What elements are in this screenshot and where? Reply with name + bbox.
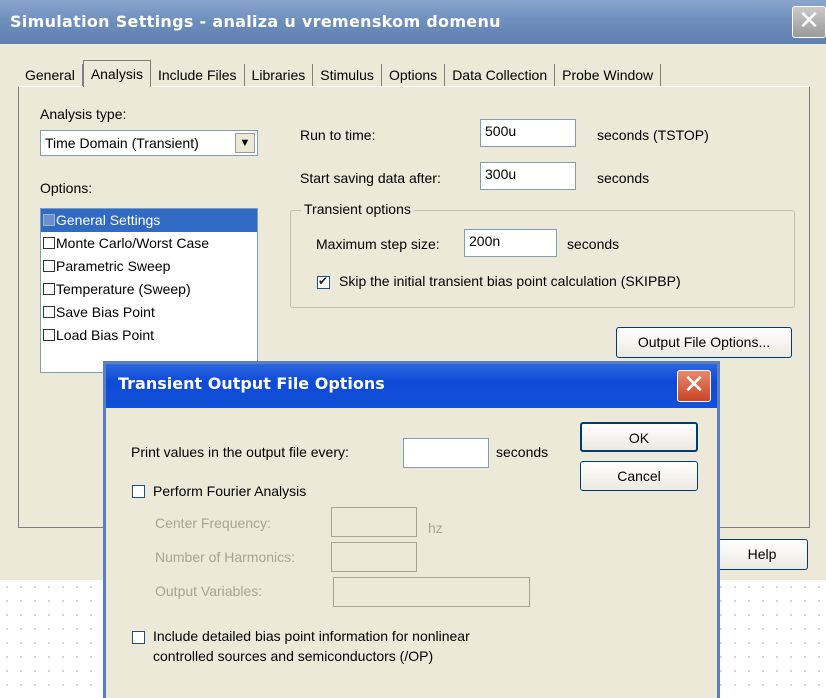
option-label: Temperature (Sweep) xyxy=(56,281,191,297)
options-label: Options: xyxy=(40,180,93,196)
max-step-input[interactable]: 200n xyxy=(464,229,557,257)
output-variables-label: Output Variables: xyxy=(155,583,263,599)
dialog-close-icon[interactable]: ✕ xyxy=(677,370,711,402)
run-to-time-input[interactable]: 500u xyxy=(480,119,576,147)
option-monte-carlo[interactable]: Monte Carlo/Worst Case xyxy=(41,232,257,255)
transient-options-group: Transient options xyxy=(290,201,795,308)
skip-bias-checkbox[interactable] xyxy=(317,274,330,289)
center-frequency-input[interactable] xyxy=(331,507,417,537)
option-label: Save Bias Point xyxy=(56,304,155,320)
harmonics-input[interactable] xyxy=(331,542,417,572)
tab-libraries[interactable]: Libraries xyxy=(244,64,314,86)
tab-analysis[interactable]: Analysis xyxy=(82,60,151,87)
start-saving-unit: seconds xyxy=(597,170,650,186)
transient-output-file-options-dialog: Transient Output File Options ✕ Print va… xyxy=(103,361,720,698)
checkbox-icon xyxy=(43,260,55,272)
center-frequency-unit: hz xyxy=(428,520,443,536)
option-load-bias-point[interactable]: Load Bias Point xyxy=(41,324,257,347)
print-values-unit: seconds xyxy=(496,444,549,460)
max-step-unit: seconds xyxy=(567,236,620,252)
print-interval-input[interactable] xyxy=(403,438,489,468)
option-save-bias-point[interactable]: Save Bias Point xyxy=(41,301,257,324)
chevron-down-icon[interactable]: ▼ xyxy=(235,133,255,153)
tab-options[interactable]: Options xyxy=(381,64,446,86)
run-to-time-unit: seconds (TSTOP) xyxy=(597,127,709,143)
checkbox-icon xyxy=(43,329,55,341)
tab-probe-window[interactable]: Probe Window xyxy=(555,64,662,86)
dialog-title: Transient Output File Options xyxy=(118,374,385,393)
tab-strip: General Analysis Include Files Libraries… xyxy=(18,60,662,87)
option-general-settings[interactable]: General Settings xyxy=(41,209,257,232)
dialog-title-bar[interactable]: Transient Output File Options ✕ xyxy=(106,364,717,408)
tab-data-collection[interactable]: Data Collection xyxy=(445,64,556,86)
output-file-options-button[interactable]: Output File Options... xyxy=(616,327,792,358)
checkbox-icon xyxy=(43,237,55,249)
bias-info-label-line2: controlled sources and semiconductors (/… xyxy=(153,648,434,664)
output-variables-input[interactable] xyxy=(333,577,530,607)
tab-include-files[interactable]: Include Files xyxy=(150,64,245,86)
analysis-type-label: Analysis type: xyxy=(40,106,127,122)
checkbox-icon xyxy=(43,214,55,226)
max-step-label: Maximum step size: xyxy=(316,236,440,252)
analysis-type-value: Time Domain (Transient) xyxy=(45,135,199,151)
option-label: Parametric Sweep xyxy=(56,258,171,274)
option-temperature-sweep[interactable]: Temperature (Sweep) xyxy=(41,278,257,301)
start-saving-label: Start saving data after: xyxy=(300,170,441,186)
checkbox-icon xyxy=(43,283,55,295)
transient-options-legend: Transient options xyxy=(301,201,414,217)
options-list[interactable]: General Settings Monte Carlo/Worst Case … xyxy=(40,208,258,373)
bias-info-label-line1: Include detailed bias point information … xyxy=(153,628,470,644)
run-to-time-label: Run to time: xyxy=(300,127,376,143)
option-parametric-sweep[interactable]: Parametric Sweep xyxy=(41,255,257,278)
tab-stimulus[interactable]: Stimulus xyxy=(313,64,382,86)
option-label: General Settings xyxy=(56,212,161,228)
window-title: Simulation Settings - analiza u vremensk… xyxy=(10,12,501,31)
fourier-checkbox[interactable] xyxy=(132,485,145,498)
center-frequency-label: Center Frequency: xyxy=(155,515,271,531)
skip-bias-label: Skip the initial transient bias point ca… xyxy=(339,273,681,289)
option-label: Load Bias Point xyxy=(56,327,155,343)
cancel-button[interactable]: Cancel xyxy=(580,461,698,491)
fourier-label: Perform Fourier Analysis xyxy=(153,483,307,499)
main-title-bar[interactable]: Simulation Settings - analiza u vremensk… xyxy=(0,0,826,44)
bias-info-checkbox[interactable] xyxy=(132,631,145,644)
help-button[interactable]: Help xyxy=(716,539,808,570)
harmonics-label: Number of Harmonics: xyxy=(155,549,296,565)
start-saving-input[interactable]: 300u xyxy=(480,162,576,190)
checkbox-icon xyxy=(43,306,55,318)
ok-button[interactable]: OK xyxy=(580,422,698,452)
option-label: Monte Carlo/Worst Case xyxy=(56,235,210,251)
close-x-icon[interactable]: ✕ xyxy=(792,6,826,38)
analysis-type-select[interactable]: Time Domain (Transient) ▼ xyxy=(40,130,258,156)
tab-general[interactable]: General xyxy=(18,64,83,86)
print-values-label: Print values in the output file every: xyxy=(131,444,349,460)
